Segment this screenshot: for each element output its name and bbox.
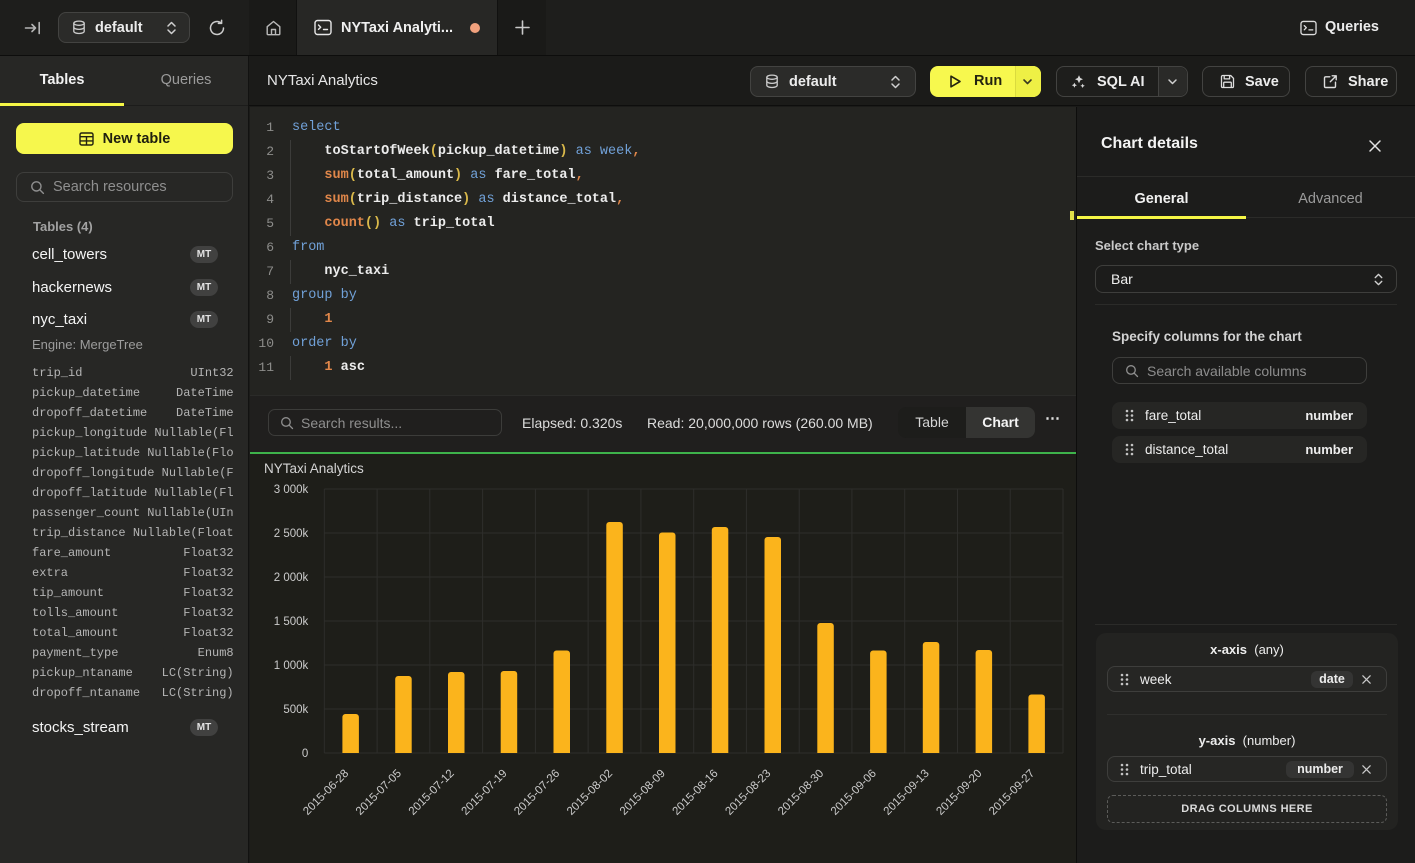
svg-text:2015-08-09: 2015-08-09 bbox=[618, 768, 668, 818]
svg-text:2015-06-28: 2015-06-28 bbox=[301, 768, 351, 818]
svg-text:2 000k: 2 000k bbox=[274, 572, 309, 584]
svg-text:2015-07-05: 2015-07-05 bbox=[354, 768, 404, 818]
svg-text:2015-07-19: 2015-07-19 bbox=[460, 768, 510, 818]
svg-text:2015-09-13: 2015-09-13 bbox=[882, 768, 932, 818]
svg-text:2015-07-26: 2015-07-26 bbox=[512, 768, 562, 818]
svg-text:2015-07-12: 2015-07-12 bbox=[407, 768, 457, 818]
svg-text:500k: 500k bbox=[283, 704, 308, 716]
svg-text:1 500k: 1 500k bbox=[274, 616, 309, 628]
svg-text:2015-08-23: 2015-08-23 bbox=[723, 768, 773, 818]
svg-text:1 000k: 1 000k bbox=[274, 660, 309, 672]
svg-text:2015-09-27: 2015-09-27 bbox=[987, 768, 1037, 818]
svg-text:2015-09-20: 2015-09-20 bbox=[934, 768, 984, 818]
svg-text:2015-08-16: 2015-08-16 bbox=[671, 768, 721, 818]
svg-text:2015-09-06: 2015-09-06 bbox=[829, 768, 879, 818]
svg-text:2015-08-30: 2015-08-30 bbox=[776, 768, 826, 818]
svg-text:0: 0 bbox=[302, 748, 308, 760]
svg-text:3 000k: 3 000k bbox=[274, 484, 309, 496]
svg-text:2 500k: 2 500k bbox=[274, 528, 309, 540]
svg-text:2015-08-02: 2015-08-02 bbox=[565, 768, 615, 818]
